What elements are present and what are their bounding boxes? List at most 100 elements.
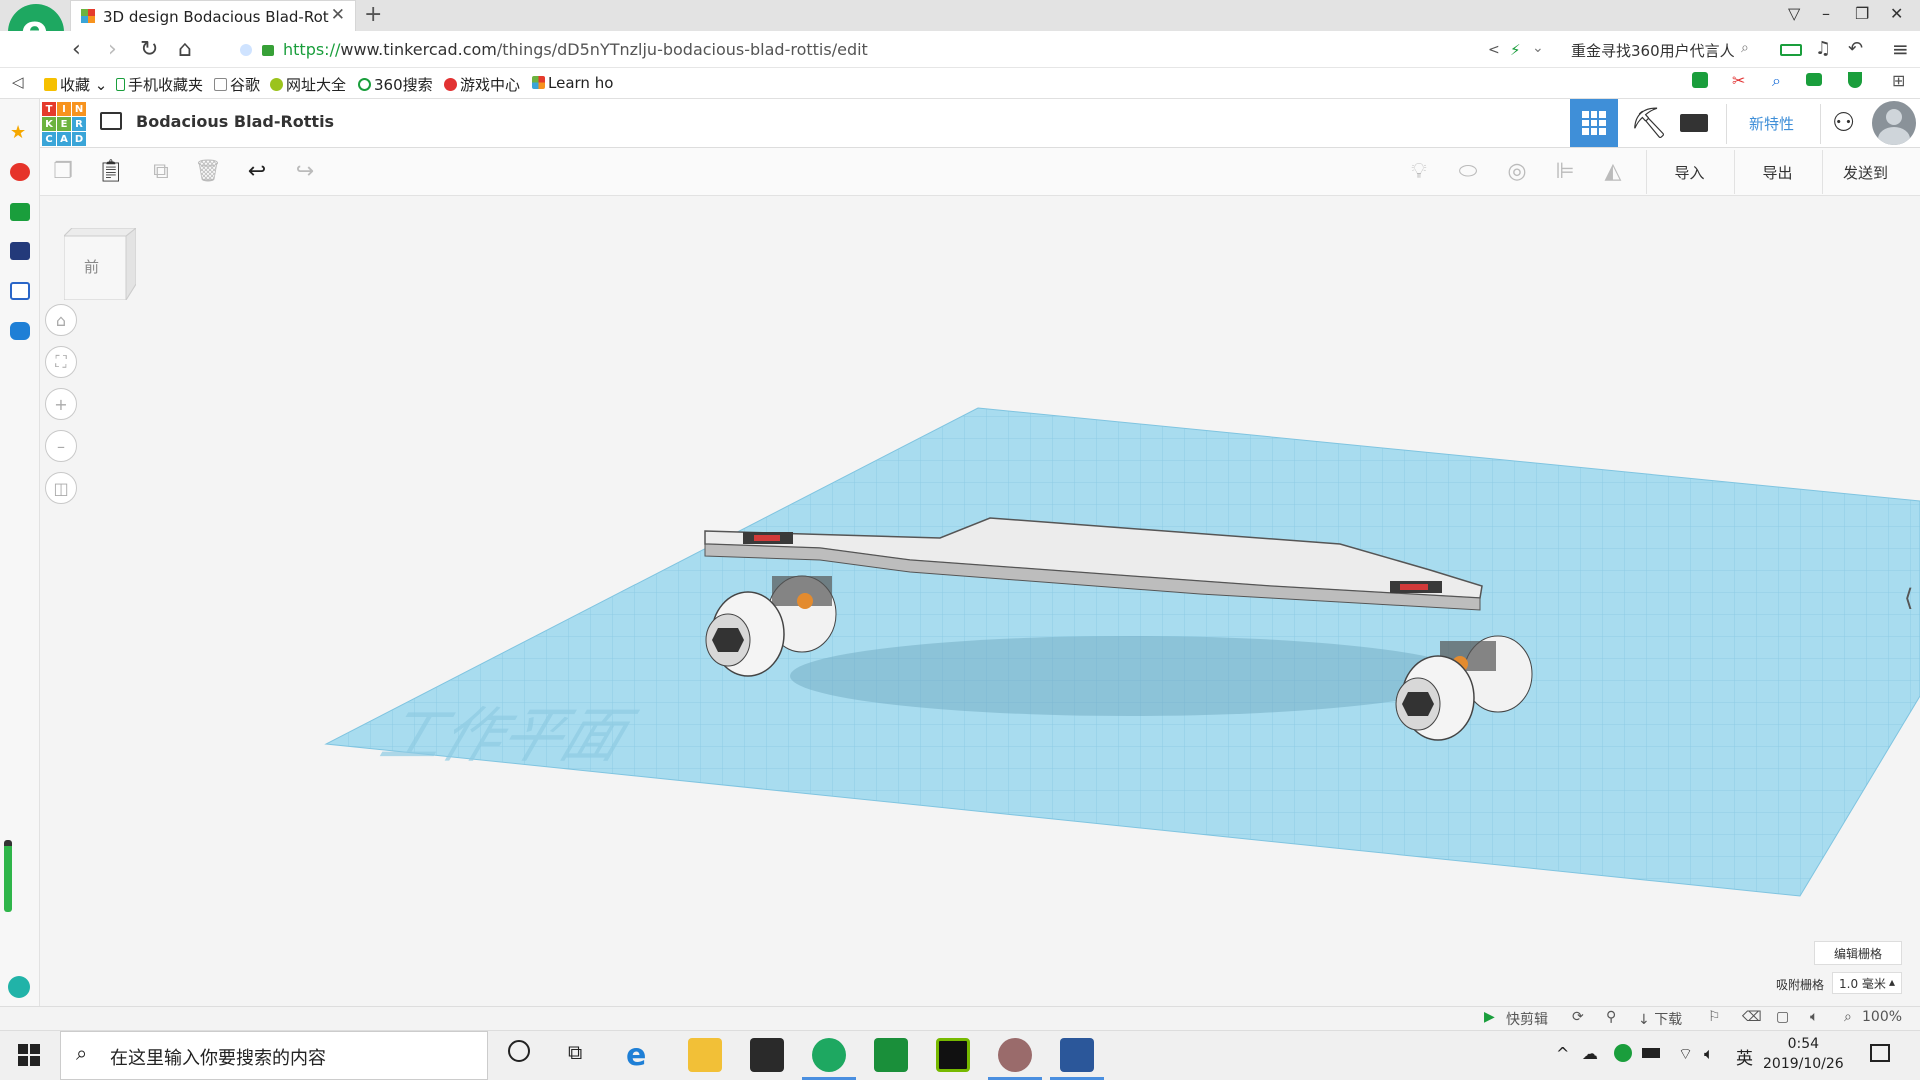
browser-tab[interactable]: 3D design Bodacious Blad-Rotti ✕ [70,0,356,31]
status-pin-icon[interactable]: ⚲ [1606,1009,1616,1025]
undo-icon[interactable]: ↩ [242,156,272,186]
app-sphere-icon[interactable] [998,1038,1032,1072]
cortana-icon[interactable] [508,1040,530,1062]
download-link[interactable]: ↓ 下载 [1638,1009,1682,1029]
ime-indicator[interactable]: 英 [1736,1044,1753,1069]
design-list-icon[interactable] [100,112,122,130]
paste-icon[interactable]: 📋︎ [96,156,126,186]
bookmark-hao360[interactable]: 网址大全 [270,74,346,95]
add-user-icon[interactable]: ⚇ [1832,108,1855,138]
design-title[interactable]: Bodacious Blad-Rottis [136,112,334,131]
volume-icon[interactable]: 🔈︎ [1704,1044,1714,1064]
design-view-button[interactable] [1570,99,1618,147]
news-ticker[interactable]: 重金寻找360用户代言人 [1571,40,1735,61]
browser-360-icon[interactable] [812,1038,846,1072]
extension-shield-icon[interactable] [1848,72,1862,88]
status-zoom-level[interactable]: 100% [1862,1009,1902,1025]
status-flag-icon[interactable]: ⚐ [1708,1009,1721,1025]
windows-start-icon[interactable] [18,1044,40,1066]
snap-grid-select[interactable]: 1.0 毫米 ▴ [1832,972,1902,994]
extension-search-icon[interactable]: ⌕ [1772,71,1781,91]
file-explorer-icon[interactable] [688,1038,722,1072]
new-features-link[interactable]: 新特性 [1749,113,1794,134]
edit-grid-button[interactable]: 编辑栅格 [1814,941,1902,965]
battery-icon[interactable] [1642,1048,1660,1058]
export-button[interactable]: 导出 [1734,150,1820,194]
status-tool-icon[interactable]: ⟳ [1572,1009,1584,1025]
sidebar-scroll-handle[interactable] [4,840,12,912]
extension-translate-icon[interactable] [1692,72,1708,88]
taskbar-clock[interactable]: 0:54 2019/10/26 [1763,1034,1844,1074]
action-center-icon[interactable] [1870,1044,1890,1062]
blocks-pickaxe-icon[interactable]: ⛏ [1630,106,1668,141]
site-info-icon[interactable] [240,44,252,56]
sidebar-mail-icon[interactable] [10,203,30,221]
redo-icon[interactable]: ↪ [290,156,320,186]
speed-mode-icon[interactable]: ⚡ [1510,41,1521,59]
view-cube[interactable]: 前 [62,226,138,302]
headphones-icon[interactable]: ♫ [1815,38,1831,59]
ungroup-icon[interactable]: ◎ [1502,156,1532,186]
bookmark-games[interactable]: 游戏中心 [444,74,520,95]
sidebar-news-icon[interactable] [10,242,30,260]
home-icon[interactable]: ⌂ [178,37,192,62]
store-icon[interactable] [750,1038,784,1072]
extension-game-icon[interactable] [1806,73,1822,86]
tray-360-icon[interactable] [1614,1044,1632,1062]
edge-icon[interactable]: e [626,1038,660,1073]
ortho-view-button[interactable]: ◫ [45,472,77,504]
status-window-icon[interactable]: ▢ [1776,1009,1789,1025]
bookmark-360search[interactable]: 360搜索 [358,74,433,95]
send-to-button[interactable]: 发送到 [1822,150,1908,194]
sidebar-add-icon[interactable] [8,976,30,998]
import-button[interactable]: 导入 [1646,150,1732,194]
avatar[interactable] [1872,101,1916,145]
sidebar-chat-icon[interactable] [10,322,30,340]
sidebar-doc-icon[interactable] [10,282,30,300]
delete-icon[interactable]: 🗑︎ [193,156,223,186]
restore-button[interactable]: ❐ [1855,4,1869,23]
onedrive-icon[interactable]: ☁ [1582,1044,1598,1063]
extension-grid-icon[interactable]: ⊞ [1892,71,1905,90]
light-bulb-icon[interactable]: 💡︎ [1404,156,1434,186]
bookmark-google[interactable]: 谷歌 [214,74,260,95]
fit-view-button[interactable]: ⛶ [45,346,77,378]
nvidia-icon[interactable] [936,1038,970,1072]
align-icon[interactable]: ⊫ [1550,156,1580,186]
tab-close-icon[interactable]: ✕ [331,5,345,25]
battery-icon[interactable] [1780,44,1802,56]
forward-icon[interactable]: › [108,37,117,62]
url-field[interactable]: https://www.tinkercad.com/things/dD5nYTn… [283,40,868,59]
duplicate-icon[interactable]: ⧉ [146,156,176,186]
new-tab-button[interactable]: + [364,2,382,27]
status-zoom-icon[interactable]: ⌕ [1844,1009,1852,1025]
mirror-icon[interactable]: ◭ [1598,156,1628,186]
word-icon[interactable] [1060,1038,1094,1072]
design-canvas[interactable]: 工作平面 [40,196,1920,1006]
bookmark-mobile[interactable]: 手机收藏夹 [116,74,203,95]
extension-cut-icon[interactable]: ✂ [1732,71,1745,90]
close-window-button[interactable]: ✕ [1890,4,1903,23]
wifi-icon[interactable]: ⌔ [1678,1044,1693,1064]
status-sound-icon[interactable]: 🔈︎ [1810,1009,1818,1025]
tray-chevron-icon[interactable]: ^ [1556,1044,1569,1063]
search-icon[interactable]: ⌕ [1741,40,1749,56]
panel-toggle-icon[interactable]: ⟨ [1904,584,1913,612]
status-clean-icon[interactable]: ⌫ [1742,1009,1762,1025]
chevron-down-icon[interactable]: ⌄ [1532,40,1544,56]
undo-close-icon[interactable]: ↶ [1848,38,1863,59]
home-view-button[interactable]: ⌂ [45,304,77,336]
sidebar-star-icon[interactable]: ★ [10,122,30,143]
zoom-in-button[interactable]: + [45,388,77,420]
reload-icon[interactable]: ↻ [140,37,158,62]
group-icon[interactable]: ⬭ [1453,156,1483,186]
copy-icon[interactable]: ❐ [48,156,78,186]
share-icon[interactable]: < [1488,42,1500,58]
sidebar-toggle-icon[interactable]: ◁ [12,73,24,91]
menu-icon[interactable]: ≡ [1892,37,1909,61]
task-view-icon[interactable]: ⧉ [568,1040,582,1064]
quick-edit-icon[interactable]: ▶ [1484,1009,1495,1025]
back-icon[interactable]: ‹ [72,37,81,62]
bricks-icon[interactable] [1680,114,1708,132]
zoom-out-button[interactable]: – [45,430,77,462]
